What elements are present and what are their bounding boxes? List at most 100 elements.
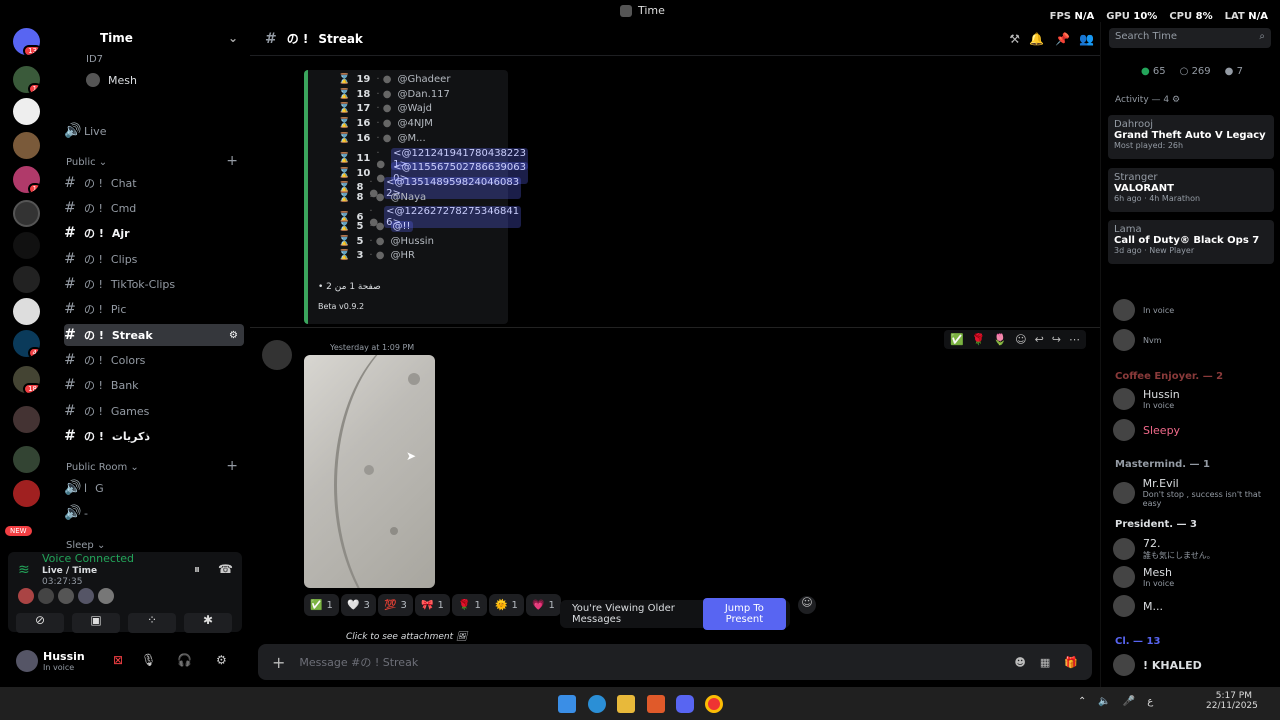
reaction-chip[interactable]: 💯 3: [378, 594, 413, 616]
discord-icon[interactable]: [676, 695, 694, 713]
channel-ajr[interactable]: # の ! Ajr: [64, 222, 244, 244]
reaction-chip[interactable]: 🌞 1: [489, 594, 524, 616]
threads-icon[interactable]: ⚒: [1009, 32, 1020, 46]
leaderboard-user[interactable]: @Wajd: [397, 103, 432, 114]
member-item[interactable]: Nvm: [1113, 329, 1162, 351]
channel-memories[interactable]: # の ! ذكريات: [64, 425, 244, 447]
category-sleep[interactable]: Sleep ⌄: [66, 540, 105, 551]
avatar[interactable]: [18, 588, 34, 604]
reaction-chip[interactable]: 🎀 1: [415, 594, 450, 616]
server-icon[interactable]: [13, 298, 40, 325]
tray-arrow-icon[interactable]: ⌃: [1078, 696, 1086, 707]
avatar[interactable]: [78, 588, 94, 604]
clock[interactable]: 5:17 PM 22/11/2025: [1206, 691, 1258, 711]
channel-colors[interactable]: # の ! Colors: [64, 349, 244, 371]
activity-card[interactable]: Lama Call of Duty® Black Ops 7 3d ago · …: [1108, 220, 1274, 264]
member-item[interactable]: Mr.Evil Don't stop , success isn't that e…: [1113, 477, 1280, 508]
volume-icon[interactable]: 🔈: [1098, 696, 1110, 707]
gear-icon[interactable]: ⚙: [216, 653, 227, 667]
home-button[interactable]: 13: [13, 28, 40, 55]
activity-card[interactable]: Dahrooj Grand Theft Auto V Legacy Most p…: [1108, 115, 1274, 159]
user-info[interactable]: Hussin In voice: [43, 650, 85, 672]
channel-chat[interactable]: # の ! Chat: [64, 172, 244, 194]
bell-icon[interactable]: 🔔: [1029, 32, 1044, 46]
leaderboard-user[interactable]: @4NJM: [397, 118, 432, 129]
activities-button[interactable]: ⁘: [128, 613, 176, 633]
server-icon[interactable]: [13, 480, 40, 507]
start-icon[interactable]: [558, 695, 576, 713]
member-item[interactable]: Hussin In voice: [1113, 388, 1180, 410]
voice-channel-name[interactable]: Live / Time: [42, 566, 97, 576]
microphone-icon[interactable]: 🎙: [141, 653, 156, 667]
member-item[interactable]: 72. 誰も気にしません。: [1113, 537, 1215, 561]
member-item[interactable]: Sleepy: [1113, 419, 1180, 441]
channel-games[interactable]: # の ! Games: [64, 400, 244, 422]
server-icon[interactable]: 1: [13, 166, 40, 193]
image-attachment[interactable]: ➤: [304, 355, 435, 588]
leaderboard-user[interactable]: @Ghadeer: [397, 74, 450, 85]
chrome-icon[interactable]: [705, 695, 723, 713]
message-input[interactable]: Message #の ! Streak: [299, 654, 1000, 670]
channel-cmd[interactable]: # の ! Cmd: [64, 197, 244, 219]
voice-member[interactable]: Mesh: [86, 69, 266, 91]
member-item[interactable]: M...: [1113, 595, 1163, 617]
jump-to-present-button[interactable]: Jump To Present: [702, 598, 786, 630]
soundboard-button[interactable]: ✱: [184, 613, 232, 633]
camera-off-button[interactable]: ⊘: [16, 613, 64, 633]
emoji-icon[interactable]: ☻: [1014, 656, 1025, 669]
language-icon[interactable]: ع: [1147, 696, 1153, 707]
reply-preview[interactable]: Click to see attachment 🖼: [346, 632, 467, 642]
server-icon[interactable]: [13, 98, 40, 125]
channel-bank[interactable]: # の ! Bank: [64, 374, 244, 396]
disconnect-icon[interactable]: ☎: [218, 562, 233, 576]
member-item[interactable]: In voice: [1113, 299, 1174, 321]
stream-off-icon[interactable]: ⊠: [113, 653, 123, 667]
leaderboard-user[interactable]: @M...: [397, 133, 425, 144]
mic-icon[interactable]: 🎤: [1123, 696, 1135, 707]
server-icon[interactable]: [13, 132, 40, 159]
search-input[interactable]: Search Time ⌕: [1109, 28, 1271, 48]
server-icon[interactable]: [13, 200, 40, 227]
category-public-room[interactable]: Public Room ⌄: [66, 462, 139, 473]
app-icon[interactable]: [647, 695, 665, 713]
server-icon[interactable]: 1: [13, 66, 40, 93]
voice-channel[interactable]: 🔊 -: [64, 502, 244, 524]
server-icon[interactable]: 4: [13, 330, 40, 357]
leaderboard-user[interactable]: @HR: [391, 250, 415, 261]
voice-channel-g[interactable]: 🔊 ﺍ G: [64, 477, 244, 499]
reaction-chip[interactable]: ✅ 1: [304, 594, 339, 616]
channel-tiktok-clips[interactable]: # の ! TikTok-Clips: [64, 273, 244, 295]
add-channel-icon[interactable]: +: [226, 458, 238, 474]
server-icon[interactable]: [13, 232, 40, 259]
add-reaction-icon[interactable]: ☺: [798, 596, 816, 614]
server-icon[interactable]: [13, 266, 40, 293]
pin-icon[interactable]: 📌: [1055, 32, 1070, 46]
headphones-icon[interactable]: 🎧: [177, 653, 192, 667]
activity-header[interactable]: Activity — 4 ⚙: [1115, 95, 1180, 105]
soundboard-icon[interactable]: ⏸: [194, 562, 200, 577]
edge-icon[interactable]: [588, 695, 606, 713]
channel-clips[interactable]: # の ! Clips: [64, 248, 244, 270]
leaderboard-user[interactable]: @Naya: [391, 192, 427, 203]
reaction-chip[interactable]: 🌹 1: [452, 594, 487, 616]
channel-streak[interactable]: # の ! Streak ⚙: [64, 324, 244, 346]
avatar[interactable]: [38, 588, 54, 604]
folder-icon[interactable]: [617, 695, 635, 713]
server-folder[interactable]: [13, 446, 40, 473]
add-channel-icon[interactable]: +: [226, 153, 238, 169]
avatar[interactable]: [58, 588, 74, 604]
server-folder[interactable]: [13, 406, 40, 433]
voice-channel-live[interactable]: 🔊 Live: [64, 120, 244, 142]
leaderboard-user[interactable]: @!!: [390, 221, 413, 232]
member-item[interactable]: ! KHALED: [1113, 654, 1202, 676]
leaderboard-user[interactable]: @Dan.117: [397, 89, 449, 100]
leaderboard-user[interactable]: @Hussin: [391, 236, 434, 247]
settings-gear-icon[interactable]: ⚙: [229, 330, 238, 341]
category-public[interactable]: Public ⌄: [66, 157, 107, 168]
activity-card[interactable]: Stranger VALORANT 6h ago · 4h Marathon: [1108, 168, 1274, 212]
member-item[interactable]: Mesh In voice: [1113, 566, 1174, 588]
channel-pic[interactable]: # の ! Pic: [64, 298, 244, 320]
voice-member[interactable]: ID7: [86, 48, 266, 70]
reaction-chip[interactable]: 💗 1: [526, 594, 561, 616]
server-folder[interactable]: 18: [13, 366, 40, 393]
